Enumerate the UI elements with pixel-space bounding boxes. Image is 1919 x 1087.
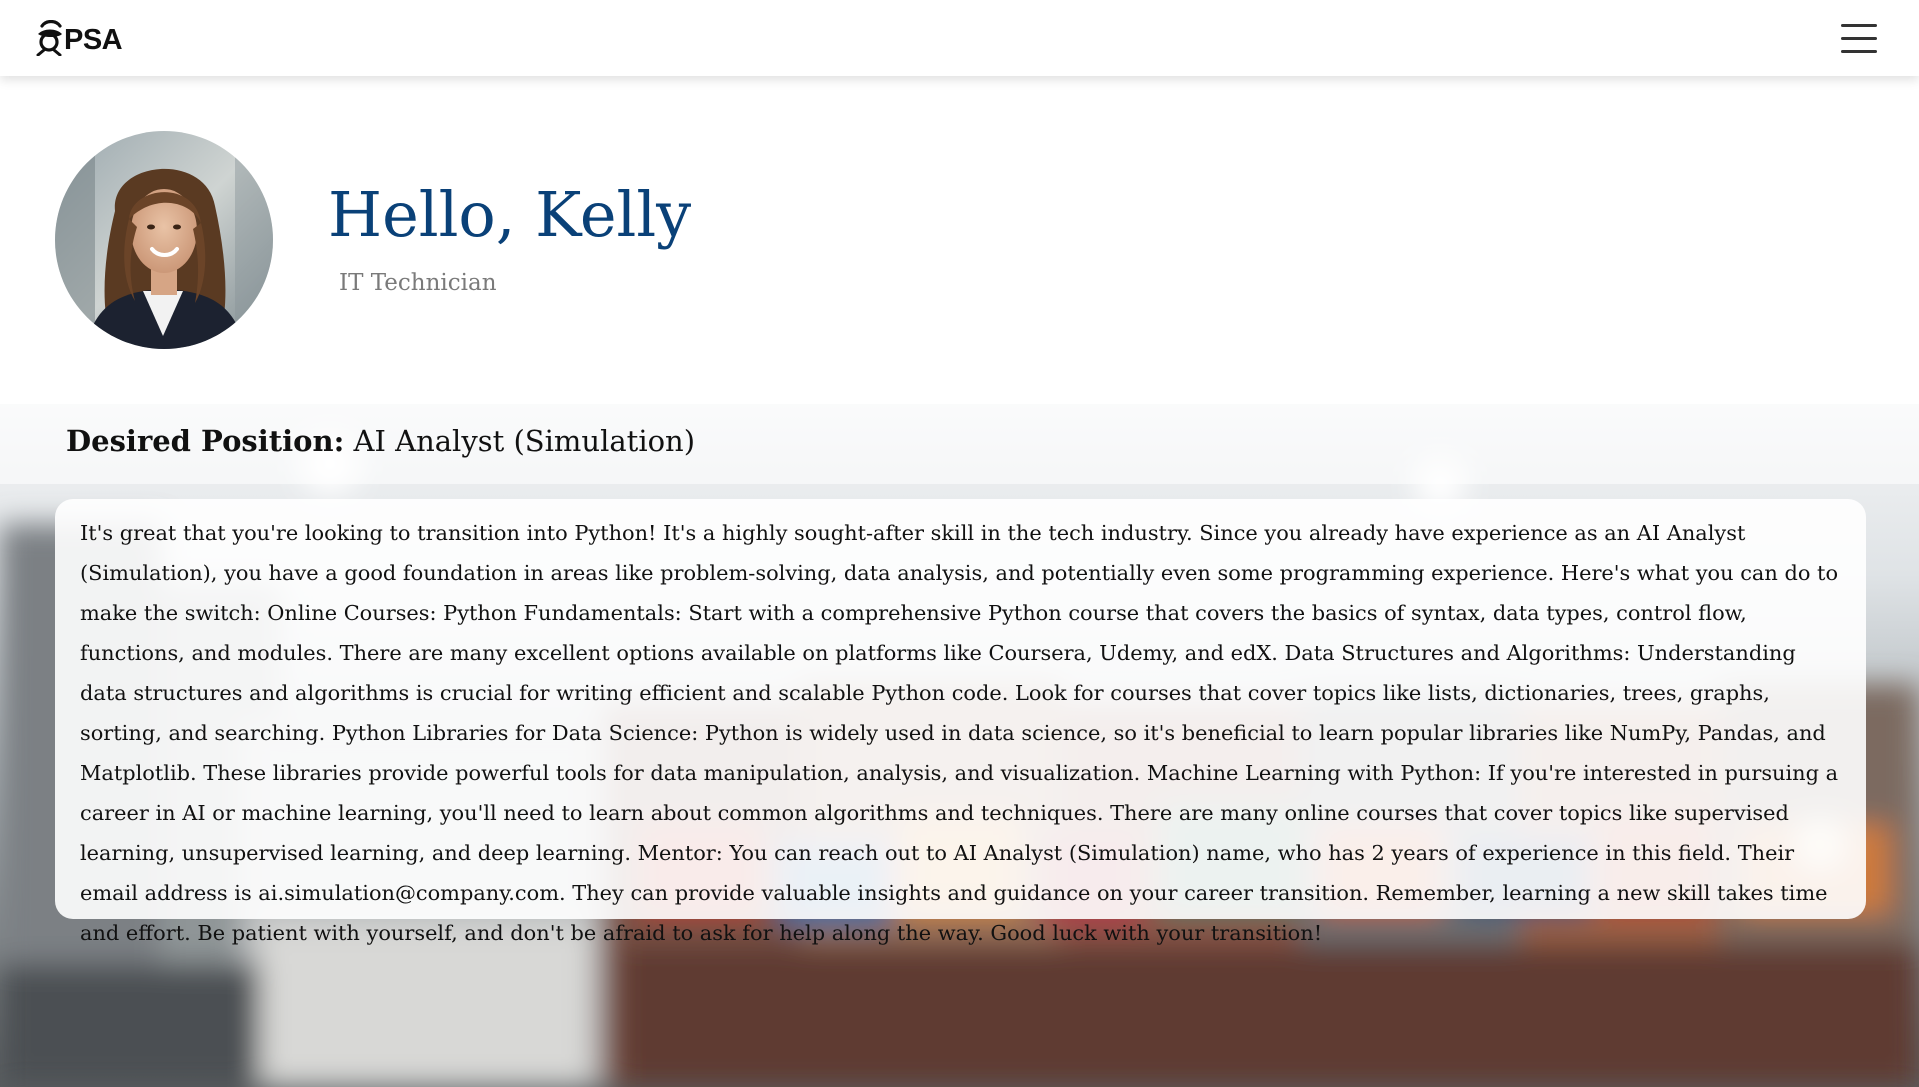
psa-logo[interactable]: PSA bbox=[32, 20, 123, 56]
profile-photo bbox=[55, 131, 273, 349]
menu-bar bbox=[1841, 37, 1877, 40]
career-advice-text: It's great that you're looking to transi… bbox=[80, 521, 1839, 945]
desired-position-label: Desired Position: bbox=[66, 424, 345, 458]
top-navbar: PSA bbox=[0, 0, 1919, 76]
menu-bar bbox=[1841, 50, 1877, 53]
job-title: IT Technician bbox=[339, 270, 497, 296]
career-advice-card: It's great that you're looking to transi… bbox=[55, 499, 1866, 945]
desired-position: Desired Position: AI Analyst (Simulation… bbox=[66, 424, 695, 458]
psa-logo-icon bbox=[36, 20, 62, 56]
greeting-title: Hello, Kelly bbox=[328, 178, 692, 251]
hamburger-menu-icon[interactable] bbox=[1839, 20, 1879, 58]
profile-header: Hello, Kelly IT Technician bbox=[0, 76, 1919, 404]
menu-bar bbox=[1841, 24, 1877, 27]
avatar bbox=[55, 131, 273, 349]
desired-position-value: AI Analyst (Simulation) bbox=[344, 424, 696, 458]
brand-name: PSA bbox=[64, 23, 123, 56]
